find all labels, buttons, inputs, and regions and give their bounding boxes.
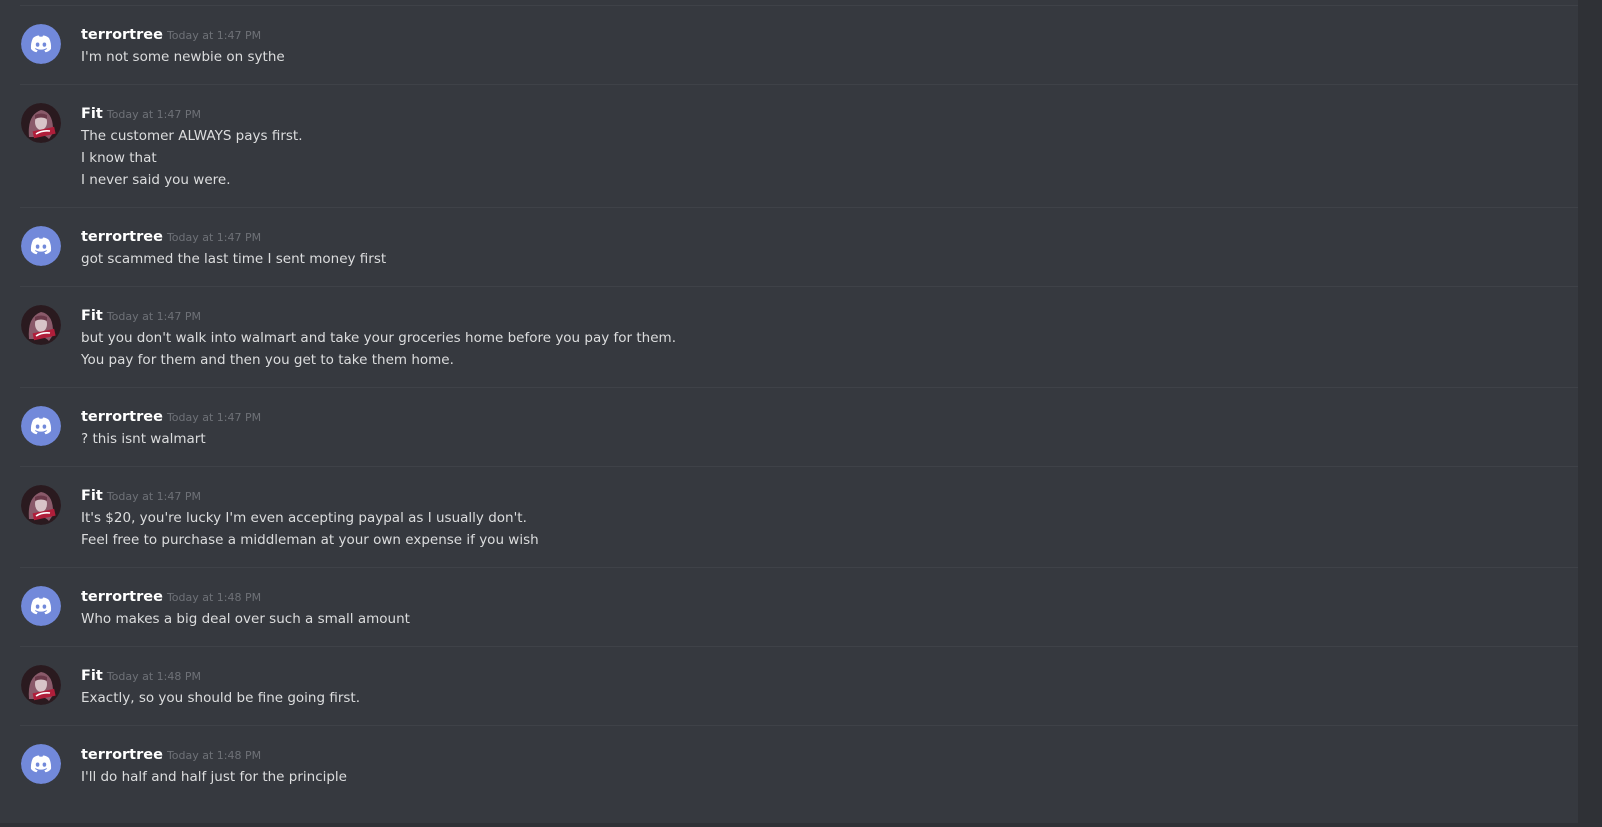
message-group: terrortree Today at 1:47 PM got scammed th… [0,208,1578,287]
user-photo-avatar[interactable] [21,665,61,705]
username[interactable]: terrortree [81,409,163,425]
message-header: terrortree Today at 1:48 PM [81,586,261,605]
timestamp: Today at 1:47 PM [106,108,201,121]
message-group: Fit Today at 1:48 PM Exactly, so you shoul… [0,647,1578,726]
message-content: I'm not some newbie on sythe [81,46,285,68]
timestamp: Today at 1:47 PM [106,310,201,323]
message-content: but you don't walk into walmart and take… [81,327,676,371]
message-header: terrortree Today at 1:48 PM [81,744,261,763]
chat-messages-pane[interactable]: terrortree Today at 1:47 PM I'm not some n… [0,0,1578,827]
user-photo-avatar[interactable] [21,305,61,345]
timestamp: Today at 1:47 PM [166,29,262,42]
message-text: but you don't walk into walmart and take… [81,330,676,346]
message-header: terrortree Today at 1:47 PM [81,226,261,245]
message-header: terrortree Today at 1:47 PM [81,406,261,425]
username[interactable]: Fit [81,488,103,504]
message-header: Fit Today at 1:48 PM [81,665,201,684]
timestamp: Today at 1:47 PM [166,411,262,424]
message-content: ? this isnt walmart [81,428,206,450]
message-content: Exactly, so you should be fine going fir… [81,687,360,709]
message-header: terrortree Today at 1:47 PM [81,24,261,43]
message-text: ? this isnt walmart [81,431,206,447]
discord-logo-icon[interactable] [21,24,61,64]
timestamp: Today at 1:48 PM [166,749,262,762]
message-text: Feel free to purchase a middleman at you… [81,532,539,548]
message-content: got scammed the last time I sent money f… [81,248,386,270]
message-text: It's $20, you're lucky I'm even acceptin… [81,510,527,526]
discord-logo-icon[interactable] [21,744,61,784]
message-group: terrortree Today at 1:47 PM I'm not some n… [0,6,1578,85]
message-group: terrortree Today at 1:48 PM I'll do half a… [0,726,1578,805]
message-group: terrortree Today at 1:48 PM Who makes a bi… [0,568,1578,647]
username[interactable]: Fit [81,668,103,684]
message-text: I'm not some newbie on sythe [81,49,285,65]
message-group: Fit Today at 1:47 PM but you don't walk in… [0,287,1578,388]
user-photo-avatar[interactable] [21,103,61,143]
message-text: I'll do half and half just for the princ… [81,769,347,785]
message-header: Fit Today at 1:47 PM [81,305,201,324]
username[interactable]: terrortree [81,229,163,245]
username[interactable]: terrortree [81,589,163,605]
username[interactable]: terrortree [81,747,163,763]
username[interactable]: terrortree [81,27,163,43]
timestamp: Today at 1:48 PM [166,591,262,604]
timestamp: Today at 1:48 PM [106,670,201,683]
message-content: It's $20, you're lucky I'm even acceptin… [81,507,539,551]
timestamp: Today at 1:47 PM [166,231,262,244]
message-text: I never said you were. [81,172,231,188]
message-header: Fit Today at 1:47 PM [81,485,201,504]
message-text: The customer ALWAYS pays first. [81,128,303,144]
message-group: Fit Today at 1:47 PM The customer ALWAYS p… [0,85,1578,208]
discord-logo-icon[interactable] [21,406,61,446]
message-text: Exactly, so you should be fine going fir… [81,690,361,706]
message-group: Fit Today at 1:47 PM It's $20, you're luck… [0,467,1578,568]
discord-logo-icon[interactable] [21,226,61,266]
username[interactable]: Fit [81,106,103,122]
message-group: terrortree Today at 1:47 PM ? this isnt wa… [0,388,1578,467]
message-text: Who makes a big deal over such a small a… [81,611,410,627]
message-text: I know that [81,150,157,166]
timestamp: Today at 1:47 PM [106,490,201,503]
user-photo-avatar[interactable] [21,485,61,525]
message-content: Who makes a big deal over such a small a… [81,608,410,630]
message-header: Fit Today at 1:47 PM [81,103,201,122]
message-text: got scammed the last time I sent money f… [81,251,387,267]
message-content: The customer ALWAYS pays first. I know th… [81,125,303,191]
message-text: You pay for them and then you get to tak… [81,352,454,368]
scrollbar-track[interactable] [1578,0,1602,827]
message-content: I'll do half and half just for the princ… [81,766,347,788]
username[interactable]: Fit [81,308,103,324]
bottom-bar [0,823,1602,827]
discord-logo-icon[interactable] [21,586,61,626]
